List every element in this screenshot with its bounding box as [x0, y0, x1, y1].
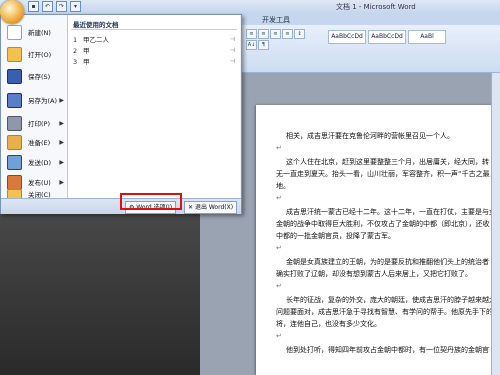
- divider: [71, 29, 237, 30]
- doc-line: 成吉思汗统一蒙古已经十二年。这十二年，一直在打仗，主要是与女: [286, 208, 496, 216]
- save-disk-icon: [7, 68, 22, 84]
- menu-item-save-as[interactable]: 另存为(A) ▶: [1, 89, 67, 111]
- office-button[interactable]: [0, 0, 24, 24]
- align-center-icon[interactable]: ≡: [258, 29, 269, 39]
- pin-icon[interactable]: ⊣: [230, 35, 235, 45]
- pin-icon[interactable]: ⊣: [230, 57, 235, 67]
- send-icon: [7, 154, 22, 170]
- close-icon: ✕: [188, 204, 195, 211]
- menu-item-send[interactable]: 发送(D) ▶: [1, 151, 67, 173]
- doc-line: 中都的一批金朝官员，投降了蒙古军。: [276, 232, 395, 240]
- doc-line: 金朝的战争中取得巨大胜利，不仅攻占了金朝的中都（即北京），还收: [276, 220, 490, 228]
- style-heading-1[interactable]: AaBl: [408, 30, 446, 44]
- style-no-spacing[interactable]: AaBbCcDd: [368, 30, 406, 44]
- style-normal[interactable]: AaBbCcDd: [328, 30, 366, 44]
- submenu-arrow-icon: ▶: [59, 96, 64, 104]
- paragraph-mark: ↵: [276, 144, 282, 152]
- undo-icon[interactable]: ↶: [42, 1, 53, 12]
- exit-word-button[interactable]: ✕ 退出 Word(X): [184, 201, 238, 214]
- doc-line: 无一直走到夏天。抬头一看，山川壮丽，军容整齐，积一声“千古之最，: [276, 170, 497, 178]
- recent-documents-panel: 最近使用的文档 1 甲乙二人 ⊣ 2甲 ⊣ 3甲 ⊣: [68, 15, 240, 198]
- recent-document-item[interactable]: 3甲 ⊣: [73, 57, 237, 67]
- paragraph-mark: ↵: [276, 194, 282, 202]
- publish-icon: [7, 174, 22, 190]
- customize-toolbar-icon[interactable]: ▾: [70, 1, 81, 12]
- prepare-icon: [7, 134, 22, 150]
- pin-icon[interactable]: ⊣: [230, 46, 235, 56]
- ribbon-panel: ≡ ≡ ≡ ≡ ↕ A↓ ¶ AaBbCcDd AaBbCcDd AaBl: [240, 25, 500, 73]
- printer-icon: [7, 115, 22, 131]
- doc-line: 将，连他自己，也没有多少文化。: [276, 320, 381, 328]
- menu-item-new[interactable]: 新建(N): [1, 21, 67, 43]
- save-as-icon: [7, 92, 22, 108]
- vertical-scrollbar[interactable]: [491, 73, 500, 375]
- document-page[interactable]: 相关，成吉思汗要在克鲁伦河畔的营帐里召见一个人。 ↵ 这个人住在北京，赶到这里要…: [256, 105, 500, 375]
- quick-access-toolbar: ▪ ↶ ↷ ▾: [28, 1, 81, 12]
- doc-line: 问题要面对，成吉思汗急于寻找有智慧、有学问的帮手。他原先手下的: [276, 308, 493, 316]
- highlight-annotation: [120, 193, 182, 210]
- sort-icon[interactable]: A↓: [246, 40, 257, 50]
- menu-item-save[interactable]: 保存(S): [1, 65, 67, 87]
- office-menu-commands: 新建(N) 打开(O) 保存(S) 另存为(A) ▶ 打印(P) ▶ 准备(E)…: [1, 15, 68, 200]
- office-menu: 新建(N) 打开(O) 保存(S) 另存为(A) ▶ 打印(P) ▶ 准备(E)…: [0, 14, 242, 214]
- doc-line: 金朝是女真族建立的王朝，为的是要反抗和推翻他们头上的统治者: [286, 258, 489, 266]
- window-title: 文档 1 - Microsoft Word: [336, 3, 416, 11]
- doc-line: 他到处打听，得知四年前攻占金朝中都时，有一位契丹族的金朝官: [286, 346, 489, 354]
- open-folder-icon: [7, 46, 22, 62]
- submenu-arrow-icon: ▶: [59, 119, 64, 127]
- recent-document-item[interactable]: 1 甲乙二人 ⊣: [73, 35, 237, 45]
- submenu-arrow-icon: ▶: [59, 138, 64, 146]
- show-marks-icon[interactable]: ¶: [258, 40, 269, 50]
- recent-document-item[interactable]: 2甲 ⊣: [73, 46, 237, 56]
- submenu-arrow-icon: ▶: [59, 178, 64, 186]
- paragraph-mark: ↵: [276, 282, 282, 290]
- recent-documents-heading: 最近使用的文档: [73, 21, 119, 29]
- doc-line: 这个人住在北京，赶到这里要整整三个月，出居庸关，经大同，转: [286, 158, 489, 166]
- doc-line: 确实打败了辽朝，却没有想到蒙古人后来居上，又把它打败了。: [276, 270, 472, 278]
- tab-developer[interactable]: 开发工具: [262, 15, 290, 25]
- new-document-icon: [7, 24, 22, 40]
- doc-line: 长年的征战，复杂的外交，庞大的朝廷，使成吉思汗的脖子越来越大: [286, 296, 496, 304]
- redo-icon[interactable]: ↷: [56, 1, 67, 12]
- paragraph-mark: ↵: [276, 332, 282, 340]
- submenu-arrow-icon: ▶: [59, 158, 64, 166]
- align-left-icon[interactable]: ≡: [246, 29, 257, 39]
- menu-item-open[interactable]: 打开(O): [1, 43, 67, 65]
- workspace-background: [0, 200, 200, 375]
- title-bar: ▪ ↶ ↷ ▾ 文档 1 - Microsoft Word: [0, 0, 500, 15]
- align-right-icon[interactable]: ≡: [270, 29, 281, 39]
- doc-line: 地。: [276, 182, 290, 190]
- save-icon[interactable]: ▪: [28, 1, 39, 12]
- line-spacing-icon[interactable]: ↕: [294, 29, 305, 39]
- paragraph-mark: ↵: [276, 244, 282, 252]
- menu-item-prepare[interactable]: 准备(E) ▶: [1, 131, 67, 153]
- doc-line: 相关，成吉思汗要在克鲁伦河畔的营帐里召见一个人。: [286, 132, 454, 140]
- justify-icon[interactable]: ≡: [282, 29, 293, 39]
